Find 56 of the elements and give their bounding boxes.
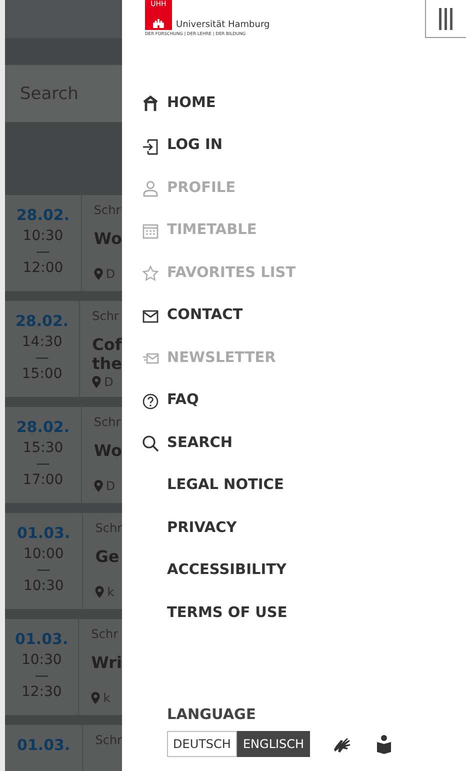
event-start-time: 10:30: [21, 652, 62, 668]
menu-link[interactable]: LOG IN: [142, 124, 223, 168]
location-pin-icon: [94, 480, 103, 492]
language-button[interactable]: DEUTSCH: [167, 731, 237, 757]
event-date: 28.02.: [15, 313, 69, 330]
event-end-time: 12:30: [21, 684, 62, 701]
event-date: 01.03.: [15, 631, 68, 648]
menu-link[interactable]: CONTACT: [142, 294, 243, 338]
language-button[interactable]: ENGLISCH: [236, 731, 310, 757]
event-title: Wo: [94, 229, 122, 248]
menu-link[interactable]: PRIVACY: [142, 507, 237, 550]
envelope-icon: [142, 308, 159, 325]
login-icon: [142, 138, 159, 155]
user-icon: [142, 180, 159, 198]
calendar-icon: [142, 222, 159, 240]
event-title: Wo: [94, 441, 122, 460]
location-pin-icon: [94, 268, 103, 280]
university-name: Universität Hamburg: [176, 21, 270, 30]
menu-link[interactable]: ACCESSIBILITY: [142, 550, 287, 592]
event-end-time: 12:00: [22, 260, 64, 277]
event-date: 28.02.: [16, 419, 70, 436]
event-date: 28.02.: [16, 207, 70, 224]
castle-icon: [153, 19, 164, 28]
location-pin-icon: [92, 376, 102, 388]
event-end-time: 17:00: [22, 472, 64, 489]
location-pin-icon: [91, 692, 100, 704]
event-end-time: 15:00: [22, 366, 62, 383]
event-title: Cof the: [92, 335, 122, 374]
event-date: 01.03.: [17, 525, 70, 542]
time-dash: —: [34, 668, 49, 684]
time-dash: —: [36, 456, 50, 472]
event-start-time: 15:30: [22, 440, 64, 456]
event-end-time: 10:30: [23, 578, 64, 595]
event-date: 01.03.: [17, 737, 70, 754]
language-label: LANGUAGE: [167, 706, 257, 726]
search-icon: [142, 435, 159, 452]
easy-read-icon: [376, 734, 392, 754]
menu-link[interactable]: FAQ: [142, 380, 199, 422]
event-title: Ge: [95, 547, 120, 566]
menu-link[interactable]: LEGAL NOTICE: [142, 464, 284, 508]
time-dash: —: [35, 350, 50, 366]
event-start-time: 10:30: [22, 228, 64, 244]
location-pin-icon: [95, 586, 104, 598]
home-icon: [142, 95, 159, 112]
event-title: Wri: [91, 653, 122, 672]
time-dash: —: [36, 244, 50, 260]
event-start-time: 14:30: [22, 334, 62, 350]
menu-icon: [439, 8, 453, 30]
menu-link[interactable]: TERMS OF USE: [142, 592, 288, 635]
question-icon: [142, 392, 159, 410]
time-dash: —: [36, 562, 51, 578]
menu-button[interactable]: [425, 0, 466, 38]
star-icon: [142, 265, 159, 282]
event-start-time: 10:00: [23, 546, 64, 562]
menu-link[interactable]: SEARCH: [142, 422, 233, 465]
menu-link[interactable]: HOME: [142, 82, 216, 125]
